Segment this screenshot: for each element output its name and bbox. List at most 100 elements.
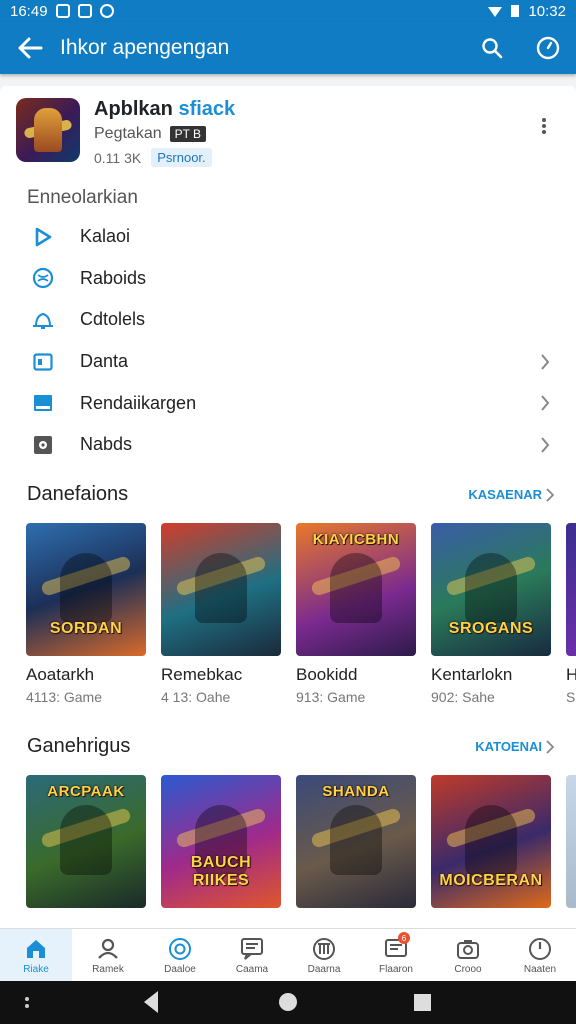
menu-item-raboids[interactable]: Raboids [0, 258, 576, 300]
app-rating: 0.11 3K [94, 149, 142, 166]
game-tile[interactable]: SROGANS Kentarlokn 902: Sahe [431, 523, 551, 705]
game-artwork[interactable]: BAUCH RIIKES [161, 775, 281, 908]
app-publisher-row: Pegtakan PT B [94, 125, 207, 143]
status-time-left: 16:49 [10, 2, 48, 20]
game-tile[interactable]: KIAYICBHN Bookidd 913: Game [296, 523, 416, 705]
notification-icon [55, 4, 70, 18]
menu-item-nabds[interactable]: Nabds [0, 424, 576, 466]
card-icon [33, 352, 53, 371]
menu-item-label: Nabds [80, 434, 133, 455]
notification-icon [77, 4, 92, 18]
game-tile[interactable]: ARCPAAK [26, 775, 146, 908]
menu-item-rendaiikargen[interactable]: Rendaiikargen [0, 382, 576, 424]
see-more-link[interactable]: KATOENAI [475, 739, 554, 754]
back-button[interactable] [0, 22, 60, 74]
nav-item-target[interactable]: Daaloe [144, 929, 216, 981]
history-button[interactable] [520, 22, 576, 74]
game-logo-text: ARCPAAK [47, 783, 125, 800]
target-icon [169, 937, 191, 960]
clock-icon [536, 36, 560, 60]
nav-item-bank[interactable]: Daarna [288, 929, 360, 981]
game-artwork[interactable]: SORDAN [26, 523, 146, 656]
game-artwork[interactable] [566, 523, 576, 656]
arrow-left-icon [18, 37, 43, 59]
game-tile[interactable]: MOICBERAN [431, 775, 551, 908]
game-meta: 913: Game [296, 689, 366, 705]
notification-badge: 6 [398, 932, 410, 944]
chevron-right-icon [541, 354, 550, 370]
nav-item-label: Daarna [307, 963, 341, 975]
game-carousel-row1: SORDAN Aoatarkh 4113: Game Remebkac 4 13: Oa… [26, 523, 576, 705]
game-logo-text: SROGANS [448, 620, 534, 637]
game-title: Bookidd [296, 665, 358, 684]
app-name-accent: sfiack [178, 98, 236, 120]
app-icon[interactable] [16, 98, 80, 162]
game-artwork[interactable]: SHANDA [296, 775, 416, 908]
see-more-label: KASAENAR [468, 487, 542, 502]
app-badge: Psrnoor. [151, 148, 212, 167]
menu-item-label: Kalaoi [80, 226, 131, 247]
game-tile[interactable]: BAUCH RIIKES [161, 775, 281, 908]
game-artwork[interactable] [161, 523, 281, 656]
recents-square-icon[interactable] [414, 994, 431, 1011]
search-button[interactable] [464, 22, 520, 74]
game-artwork[interactable] [566, 775, 576, 908]
see-more-link[interactable]: KASAENAR [468, 487, 554, 502]
globe-icon [32, 268, 54, 289]
more-options-button[interactable] [534, 114, 554, 138]
game-carousel-row2: ARCPAAK BAUCH RIIKES SHANDA MOICBERAN [26, 775, 576, 908]
wifi-icon [488, 7, 503, 17]
game-title: Remebkac [161, 665, 243, 684]
gear-square-icon [34, 435, 52, 454]
nav-item-camera[interactable]: Crooo [432, 929, 504, 981]
back-triangle-icon[interactable] [144, 991, 158, 1013]
status-time-right: 10:32 [528, 2, 566, 20]
nav-item-clock[interactable]: Naaten [504, 929, 576, 981]
game-artwork[interactable]: SROGANS [431, 523, 551, 656]
status-bar: 16:49 10:32 [0, 0, 576, 22]
nav-item-message-badge[interactable]: 6 Flaaron [360, 929, 432, 981]
chevron-right-icon [546, 487, 554, 502]
nav-item-person[interactable]: Ramek [72, 929, 144, 981]
chat-icon [241, 937, 263, 960]
home-icon [27, 939, 45, 958]
play-triangle-icon [35, 227, 52, 247]
app-name-main: Apblkan [94, 98, 173, 120]
chevron-right-icon [541, 437, 550, 453]
menu-item-cdtolels[interactable]: Cdtolels [0, 299, 576, 341]
nav-item-label: Flaaron [379, 963, 413, 975]
bell-icon [33, 312, 53, 329]
game-tile[interactable]: SHANDA [296, 775, 416, 908]
menu-item-danta[interactable]: Danta [0, 341, 576, 383]
menu-item-kalaoi[interactable]: Kalaoi [0, 216, 576, 258]
dot-icon [542, 118, 546, 122]
game-artwork[interactable]: ARCPAAK [26, 775, 146, 908]
section-title: Danefaions [27, 483, 129, 505]
nav-item-home[interactable]: Riake [0, 929, 72, 981]
notification-icon [99, 4, 114, 18]
nav-item-label: Riake [23, 963, 49, 975]
camera-icon [457, 939, 479, 959]
game-tile[interactable] [566, 775, 576, 908]
app-publisher[interactable]: Pegtakan [94, 125, 162, 143]
content-card: Apblkan sfiack Pegtakan PT B 0.11 3K Psr… [0, 86, 576, 928]
home-circle-icon[interactable] [279, 993, 297, 1011]
game-title: Kentarlokn [431, 665, 513, 684]
game-meta: 902: Sahe [431, 689, 495, 705]
bank-icon [313, 937, 335, 960]
system-nav-icons [25, 991, 431, 1013]
search-icon [482, 38, 503, 59]
nav-item-chat[interactable]: Caama [216, 929, 288, 981]
bottom-navigation: Riake Ramek Daaloe Caama Daarna 6 Flaaron Crooo… [0, 928, 576, 981]
game-artwork[interactable]: MOICBERAN [431, 775, 551, 908]
nav-item-label: Caama [235, 963, 269, 975]
game-artwork[interactable]: KIAYICBHN [296, 523, 416, 656]
menu-item-label: Danta [80, 351, 129, 372]
battery-icon [511, 5, 520, 17]
game-meta: S [566, 689, 576, 705]
menu-item-label: Raboids [80, 267, 147, 288]
game-tile[interactable]: He S [566, 523, 576, 705]
game-tile[interactable]: Remebkac 4 13: Oahe [161, 523, 281, 705]
app-name: Apblkan sfiack [94, 98, 235, 121]
game-tile[interactable]: SORDAN Aoatarkh 4113: Game [26, 523, 146, 705]
